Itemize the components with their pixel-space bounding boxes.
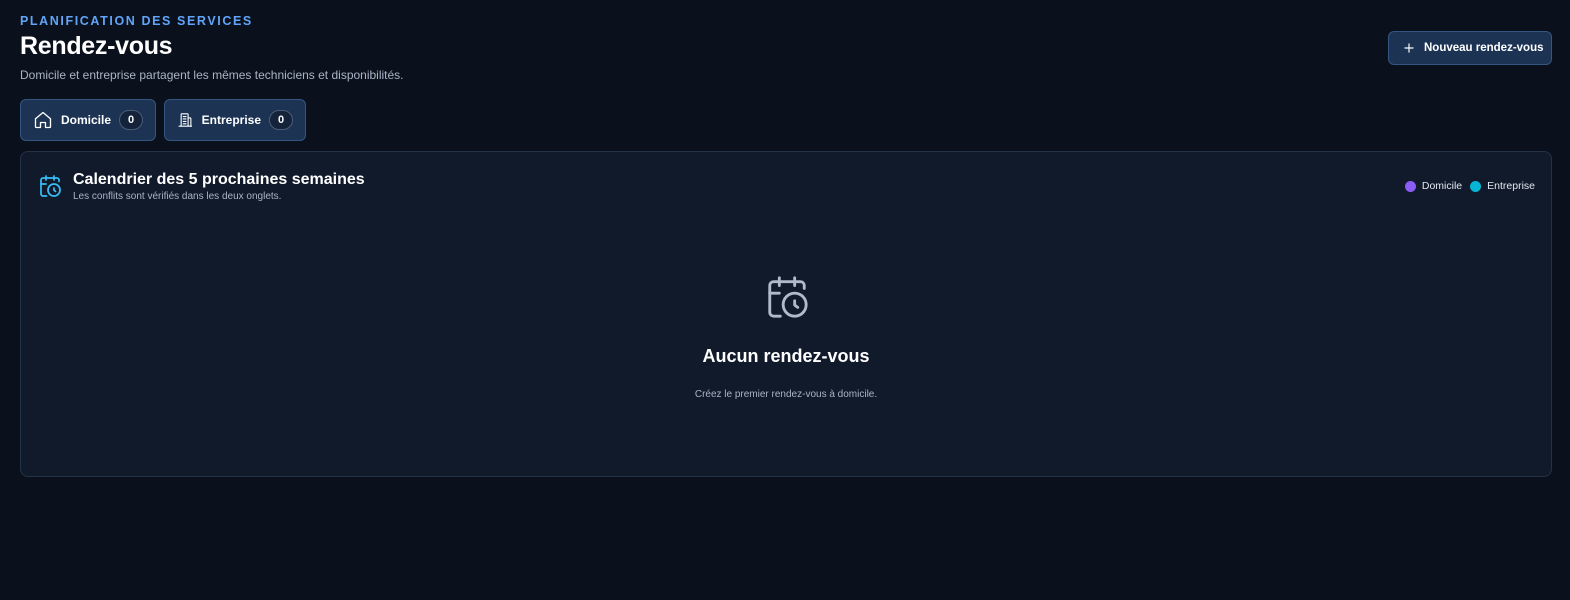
calendar-legend: Domicile Entreprise (1404, 180, 1535, 192)
calendar-panel: Calendrier des 5 prochaines semaines Les… (20, 151, 1552, 477)
calendar-clock-icon (40, 175, 61, 197)
legend-dot-entreprise (1470, 180, 1482, 192)
legend-item-domicile: Domicile (1404, 180, 1463, 192)
new-appointment-button[interactable]: Nouveau rendez-vous (1388, 31, 1552, 65)
empty-calendar-clock-icon (768, 276, 808, 318)
legend-label-entreprise: Entreprise (1487, 180, 1535, 192)
legend-dot-domicile (1404, 180, 1416, 192)
tab-entreprise-count: 0 (269, 110, 293, 130)
tab-domicile-label: Domicile (60, 113, 111, 127)
tab-domicile[interactable]: Domicile 0 (20, 99, 156, 141)
calendar-title: Calendrier des 5 prochaines semaines (73, 171, 365, 188)
tab-entreprise-label: Entreprise (201, 113, 261, 127)
new-appointment-label: Nouveau rendez-vous (1424, 42, 1544, 54)
calendar-subtitle: Les conflits sont vérifiés dans les deux… (73, 191, 282, 202)
page-title: Rendez-vous (20, 32, 173, 60)
legend-label-domicile: Domicile (1421, 180, 1463, 192)
page-subtitle: Domicile et entreprise partagent les mêm… (20, 68, 404, 82)
plus-icon (1404, 43, 1414, 53)
tab-entreprise[interactable]: Entreprise 0 (164, 99, 306, 141)
empty-state-title: Aucun rendez-vous (702, 346, 870, 366)
home-icon (34, 111, 52, 129)
page-eyebrow: PLANIFICATION DES SERVICES (20, 14, 253, 28)
tab-domicile-count: 0 (119, 110, 143, 130)
building-icon (178, 113, 193, 127)
empty-state-message: Créez le premier rendez-vous à domicile. (694, 389, 878, 400)
legend-item-entreprise: Entreprise (1470, 180, 1535, 192)
service-tabs: Domicile 0 Entreprise 0 (20, 99, 306, 141)
